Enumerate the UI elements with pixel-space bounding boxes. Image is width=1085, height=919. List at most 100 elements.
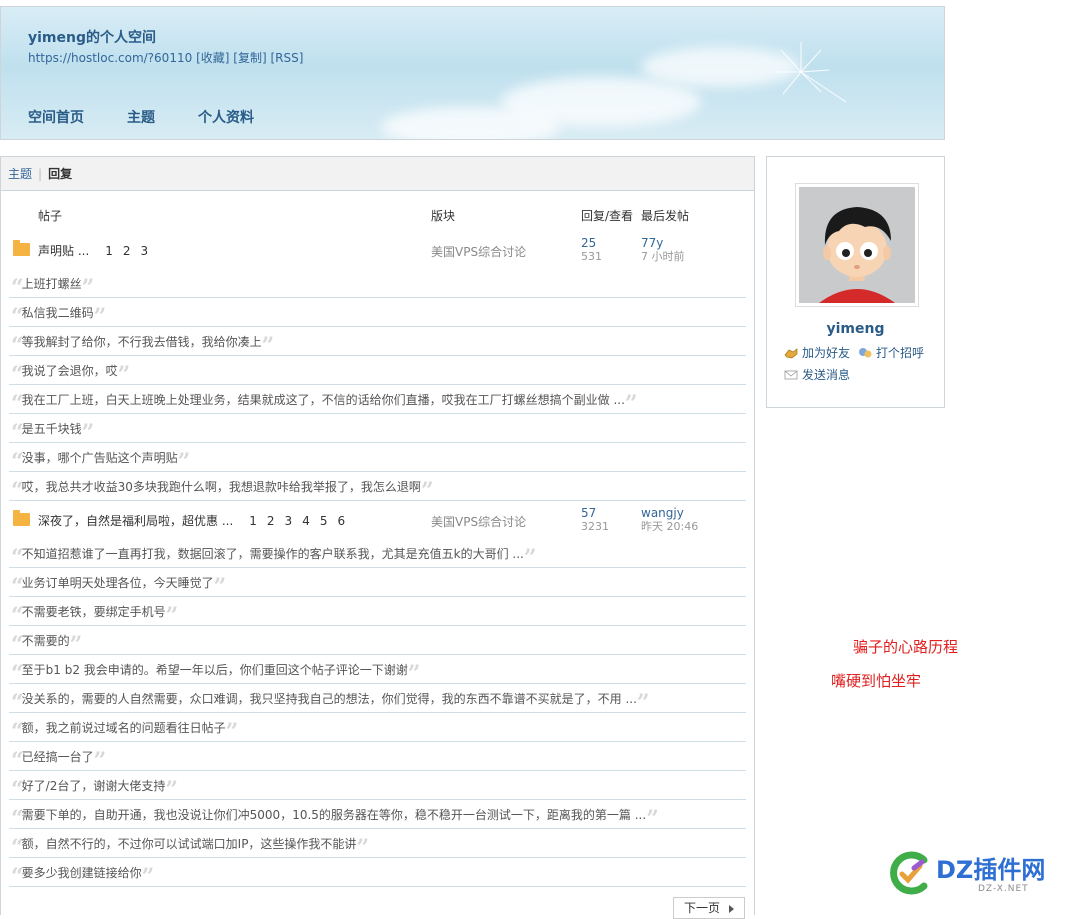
tab-replies[interactable]: 回复 xyxy=(48,165,72,182)
col-forum: 版块 xyxy=(431,209,456,223)
reply-snippet-link[interactable]: 额，自然不行的，不过你可以试试端口加IP，这些操作我不能讲 xyxy=(22,837,357,851)
reply-snippet-link[interactable]: 上班打螺丝 xyxy=(22,277,82,291)
thread-last-post: 77y 7 小时前 xyxy=(641,236,685,264)
reply-snippet-row[interactable]: “至于b1 b2 我会申请的。希望一年以后，你们重回这个帖子评论一下谢谢” xyxy=(9,655,746,684)
reply-snippet-row[interactable]: “上班打螺丝” xyxy=(9,269,746,298)
table-header: 帖子 版块 回复/查看 最后发帖 xyxy=(1,207,754,223)
page-link[interactable]: 1 xyxy=(105,244,113,258)
reply-snippet-link[interactable]: 不需要的 xyxy=(22,634,70,648)
favorite-link[interactable]: [收藏] xyxy=(196,51,229,65)
reply-snippet-link[interactable]: 已经搞一台了 xyxy=(22,750,94,764)
quote-close-icon: ” xyxy=(165,777,178,800)
reply-snippet-row[interactable]: “我在工厂上班，白天上班晚上处理业务，结果就成这了，不信的话给你们直播，哎我在工… xyxy=(9,385,746,414)
reply-snippet-link[interactable]: 不需要老铁，要绑定手机号 xyxy=(22,605,166,619)
page-link[interactable]: 4 xyxy=(302,514,310,528)
reply-snippet-row[interactable]: “不需要的” xyxy=(9,626,746,655)
thread-forum[interactable]: 美国VPS综合讨论 xyxy=(431,513,526,530)
send-message-action[interactable]: 发送消息 xyxy=(784,366,850,383)
thread-last-post: wangjy 昨天 20:46 xyxy=(641,506,698,534)
nav-topics[interactable]: 主题 xyxy=(127,107,155,127)
reply-snippet-link[interactable]: 哎，我总共才收益30多块我跑什么啊，我想退款咔给我举报了，我怎么退啊 xyxy=(22,480,421,494)
col-last-post: 最后发帖 xyxy=(641,209,690,223)
reply-snippet-link[interactable]: 是五千块钱 xyxy=(22,422,82,436)
reply-snippet-row[interactable]: “没关系的，需要的人自然需要，众口难调，我只坚持我自己的想法，你们觉得，我的东西… xyxy=(9,684,746,713)
last-post-time: 7 小时前 xyxy=(641,250,685,263)
reply-snippet-row[interactable]: “额，我之前说过域名的问题看往日帖子” xyxy=(9,713,746,742)
page-link[interactable]: 3 xyxy=(141,244,149,258)
reply-snippet-row[interactable]: “业务订单明天处理各位，今天睡觉了” xyxy=(9,568,746,597)
quote-open-icon: “ xyxy=(11,362,24,385)
reply-snippet-link[interactable]: 私信我二维码 xyxy=(22,306,94,320)
reply-snippet-row[interactable]: “哎，我总共才收益30多块我跑什么啊，我想退款咔给我举报了，我怎么退啊” xyxy=(9,472,746,501)
last-post-user[interactable]: 77y xyxy=(641,236,685,250)
reply-snippet-row[interactable]: “不需要老铁，要绑定手机号” xyxy=(9,597,746,626)
space-url-link[interactable]: https://hostloc.com/?60110 xyxy=(28,51,192,65)
copy-link[interactable]: [复制] xyxy=(233,51,266,65)
annotation-text: 嘴硬到怕坐牢 xyxy=(831,672,922,690)
quote-open-icon: “ xyxy=(11,777,24,800)
tab-bar: 主题 | 回复 xyxy=(1,157,754,191)
avatar[interactable] xyxy=(795,183,919,307)
reply-snippet-row[interactable]: “是五千块钱” xyxy=(9,414,746,443)
nav-space-home[interactable]: 空间首页 xyxy=(28,107,84,127)
reply-snippet-link[interactable]: 没关系的，需要的人自然需要，众口难调，我只坚持我自己的想法，你们觉得，我的东西不… xyxy=(22,692,637,706)
page-link[interactable]: 2 xyxy=(123,244,131,258)
profile-username[interactable]: yimeng xyxy=(767,321,944,337)
page-link[interactable]: 3 xyxy=(285,514,293,528)
page-link[interactable]: 5 xyxy=(320,514,328,528)
thread-row: 深夜了，自然是福利局啦，超优惠 ... 1 2 3 4 5 6 美国VPS综合讨论 57 3… xyxy=(1,506,746,536)
reply-snippet-row[interactable]: “要多少我创建链接给你” xyxy=(9,858,746,887)
quote-open-icon: “ xyxy=(11,661,24,684)
cloud-decoration xyxy=(381,107,561,139)
reply-snippet-row[interactable]: “我说了会退你，哎” xyxy=(9,356,746,385)
reply-snippet-link[interactable]: 不知道招惹谁了一直再打我，数据回滚了，需要操作的客户联系我，尤其是充值五k的大哥… xyxy=(22,547,524,561)
quote-close-icon: ” xyxy=(93,304,107,327)
page-link[interactable]: 2 xyxy=(267,514,275,528)
dandelion-decoration xyxy=(775,42,847,103)
reply-count[interactable]: 57 xyxy=(581,506,609,520)
reply-snippet-link[interactable]: 至于b1 b2 我会申请的。希望一年以后，你们重回这个帖子评论一下谢谢 xyxy=(22,663,408,677)
reply-snippet-row[interactable]: “好了/2台了，谢谢大佬支持” xyxy=(9,771,746,800)
quote-open-icon: “ xyxy=(11,690,24,713)
quote-close-icon: ” xyxy=(165,603,179,626)
space-title: yimeng的个人空间 xyxy=(28,30,156,46)
watermark-sub: DZ-X.NET xyxy=(978,884,1029,894)
last-post-user[interactable]: wangjy xyxy=(641,506,698,520)
next-page-button[interactable]: 下一页 xyxy=(673,897,745,919)
arrow-right-icon xyxy=(729,905,734,913)
thread-title-link[interactable]: 声明贴 ... xyxy=(38,244,89,258)
last-post-time: 昨天 20:46 xyxy=(641,520,699,533)
reply-snippet-row[interactable]: “不知道招惹谁了一直再打我，数据回滚了，需要操作的客户联系我，尤其是充值五k的大… xyxy=(9,539,746,568)
reply-snippet-row[interactable]: “私信我二维码” xyxy=(9,298,746,327)
reply-snippet-row[interactable]: “额，自然不行的，不过你可以试试端口加IP，这些操作我不能讲” xyxy=(9,829,746,858)
reply-snippet-link[interactable]: 业务订单明天处理各位，今天睡觉了 xyxy=(22,576,214,590)
reply-snippet-link[interactable]: 好了/2台了，谢谢大佬支持 xyxy=(22,779,166,793)
nav-profile[interactable]: 个人资料 xyxy=(198,107,254,127)
reply-snippet-link[interactable]: 我说了会退你，哎 xyxy=(22,364,118,378)
reply-count[interactable]: 25 xyxy=(581,236,602,250)
reply-snippet-link[interactable]: 我在工厂上班，白天上班晚上处理业务，结果就成这了，不信的话给你们直播，哎我在工厂… xyxy=(22,393,625,407)
view-count: 531 xyxy=(581,250,602,263)
page-link[interactable]: 6 xyxy=(337,514,345,528)
quote-open-icon: “ xyxy=(11,333,24,356)
thread-title-link[interactable]: 深夜了，自然是福利局啦，超优惠 ... xyxy=(38,514,233,528)
reply-snippet-row[interactable]: “没事，哪个广告贴这个声明贴” xyxy=(9,443,746,472)
reply-snippet-link[interactable]: 需要下单的，自助开通，我也没说让你们冲5000，10.5的服务器在等你，稳不稳开… xyxy=(22,808,647,822)
col-post: 帖子 xyxy=(38,209,63,223)
tab-topics[interactable]: 主题 xyxy=(8,165,32,182)
thread-forum[interactable]: 美国VPS综合讨论 xyxy=(431,243,526,260)
reply-snippet-row[interactable]: “等我解封了给你，不行我去借钱，我给你凑上” xyxy=(9,327,746,356)
rss-link[interactable]: [RSS] xyxy=(270,51,303,65)
reply-snippet-row[interactable]: “已经搞一台了” xyxy=(9,742,746,771)
reply-snippet-link[interactable]: 额，我之前说过域名的问题看往日帖子 xyxy=(22,721,226,735)
reply-snippet-row[interactable]: “需要下单的，自助开通，我也没说让你们冲5000，10.5的服务器在等你，稳不稳… xyxy=(9,800,746,829)
thread-row: 声明贴 ... 1 2 3 美国VPS综合讨论 25 531 77y 7 小时前 xyxy=(1,236,746,266)
reply-snippet-link[interactable]: 要多少我创建链接给你 xyxy=(22,866,142,880)
reply-snippet-link[interactable]: 没事，哪个广告贴这个声明贴 xyxy=(22,451,178,465)
add-friend-action[interactable]: 加为好友 xyxy=(784,344,850,361)
greet-action[interactable]: 打个招呼 xyxy=(858,344,924,361)
reply-snippet-link[interactable]: 等我解封了给你，不行我去借钱，我给你凑上 xyxy=(22,335,262,349)
page-link[interactable]: 1 xyxy=(249,514,257,528)
col-reply-view: 回复/查看 xyxy=(581,209,634,223)
space-nav: 空间首页 主题 个人资料 xyxy=(28,107,254,127)
